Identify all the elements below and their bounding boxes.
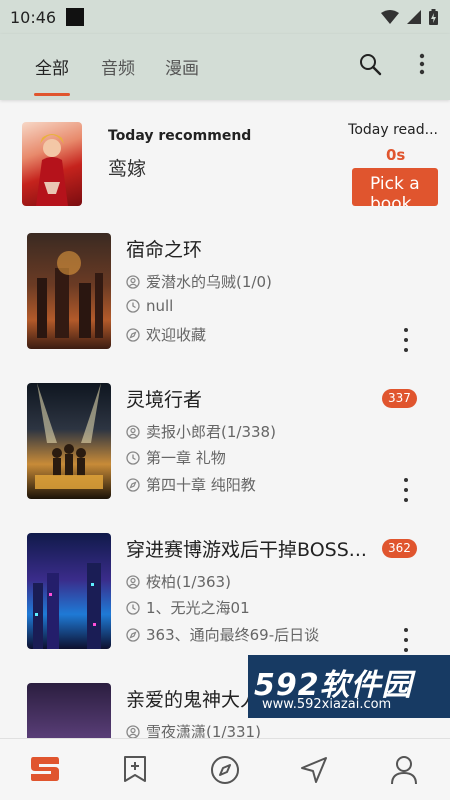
recommend-heading: Today recommend [108, 128, 252, 144]
signal-icon [407, 10, 421, 24]
last-read-text: 1、无光之海01 [146, 599, 250, 617]
compass-small-icon [126, 627, 140, 642]
more-options-icon[interactable] [414, 52, 430, 76]
active-tab-indicator [34, 93, 70, 96]
watermark-url: www.592xiazai.com [262, 697, 392, 712]
book-more-icon[interactable] [398, 328, 414, 352]
book-cover[interactable] [27, 683, 111, 738]
tab-all[interactable]: 全部 [35, 54, 69, 79]
book-title[interactable]: 灵境行者 [126, 385, 202, 412]
author-text: 卖报小郎君(1/338) [146, 423, 276, 441]
last-read-text: null [146, 297, 174, 315]
wifi-icon [381, 10, 399, 24]
recommend-book-title[interactable]: 鸾嫁 [108, 154, 146, 181]
book-title[interactable]: 宿命之环 [126, 235, 202, 262]
clock-icon [126, 299, 140, 313]
author-text: 雪夜潇潇(1/331) [146, 723, 261, 738]
author-icon [126, 424, 140, 439]
compass-icon[interactable] [210, 755, 240, 785]
book-list-item[interactable]: 灵境行者 337 卖报小郎君(1/338) 第一章 礼物 第四十章 纯阳教 [0, 375, 450, 525]
unread-count-badge: 337 [382, 389, 417, 408]
book-author: 雪夜潇潇(1/331) [126, 721, 261, 738]
status-icons [381, 9, 438, 25]
book-cover[interactable] [27, 533, 111, 649]
latest-chapter-text: 欢迎收藏 [146, 326, 207, 344]
book-title[interactable]: 亲爱的鬼神大人 [126, 685, 259, 712]
bookmark-add-icon[interactable] [122, 755, 148, 783]
book-author: 爱潜水的乌贼(1/0) [126, 271, 272, 292]
book-list-item[interactable]: 穿进赛博游戏后干掉BOSS... 362 桉柏(1/363) 1、无光之海01 … [0, 525, 450, 675]
author-icon [126, 274, 140, 289]
clock-icon [126, 600, 140, 615]
book-author: 卖报小郎君(1/338) [126, 421, 276, 442]
status-bar: 10:46 [0, 0, 450, 34]
watermark: 592软件园 www.592xiazai.com [248, 655, 450, 718]
latest-chapter-text: 第四十章 纯阳教 [146, 476, 256, 494]
book-more-icon[interactable] [398, 478, 414, 502]
author-icon [126, 724, 140, 738]
navigation-icon[interactable] [299, 755, 329, 785]
latest-chapter-text: 363、通向最终69-后日谈 [146, 626, 320, 644]
today-read-label: Today read... [348, 122, 438, 138]
author-text: 桉柏(1/363) [146, 573, 231, 591]
compass-small-icon [126, 477, 140, 492]
author-icon [126, 574, 140, 589]
book-latest-chapter: 欢迎收藏 [126, 324, 206, 345]
today-recommend-card[interactable]: Today recommend 鸾嫁 Today read... 0s Pick… [0, 110, 450, 215]
author-text: 爱潜水的乌贼(1/0) [146, 273, 272, 291]
book-cover[interactable] [27, 233, 111, 349]
profile-icon[interactable] [390, 755, 418, 785]
book-last-read: 1、无光之海01 [126, 597, 250, 618]
pick-a-book-button[interactable]: Pick a book [352, 168, 438, 206]
book-last-read: null [126, 297, 173, 315]
today-read-time: 0s [386, 146, 406, 164]
home-icon[interactable] [29, 755, 61, 783]
recommend-book-cover[interactable] [22, 122, 82, 206]
bottom-nav [0, 738, 450, 800]
book-author: 桉柏(1/363) [126, 571, 231, 592]
notification-icon [66, 8, 85, 26]
compass-small-icon [126, 327, 140, 342]
last-read-text: 第一章 礼物 [146, 449, 226, 467]
book-last-read: 第一章 礼物 [126, 447, 226, 468]
unread-count-badge: 362 [382, 539, 417, 558]
book-latest-chapter: 363、通向最终69-后日谈 [126, 624, 319, 645]
book-title[interactable]: 穿进赛博游戏后干掉BOSS... [126, 535, 367, 562]
search-icon[interactable] [358, 52, 382, 76]
status-time: 10:46 [10, 7, 57, 27]
battery-icon [429, 9, 438, 25]
book-latest-chapter: 第四十章 纯阳教 [126, 474, 256, 495]
top-bar: 全部 音频 漫画 [0, 34, 450, 100]
book-more-icon[interactable] [398, 628, 414, 652]
book-list-item[interactable]: 宿命之环 爱潜水的乌贼(1/0) null 欢迎收藏 [0, 225, 450, 375]
clock-icon [126, 450, 140, 465]
tab-audio[interactable]: 音频 [101, 54, 135, 79]
book-cover[interactable] [27, 383, 111, 499]
tab-comics[interactable]: 漫画 [165, 54, 199, 79]
